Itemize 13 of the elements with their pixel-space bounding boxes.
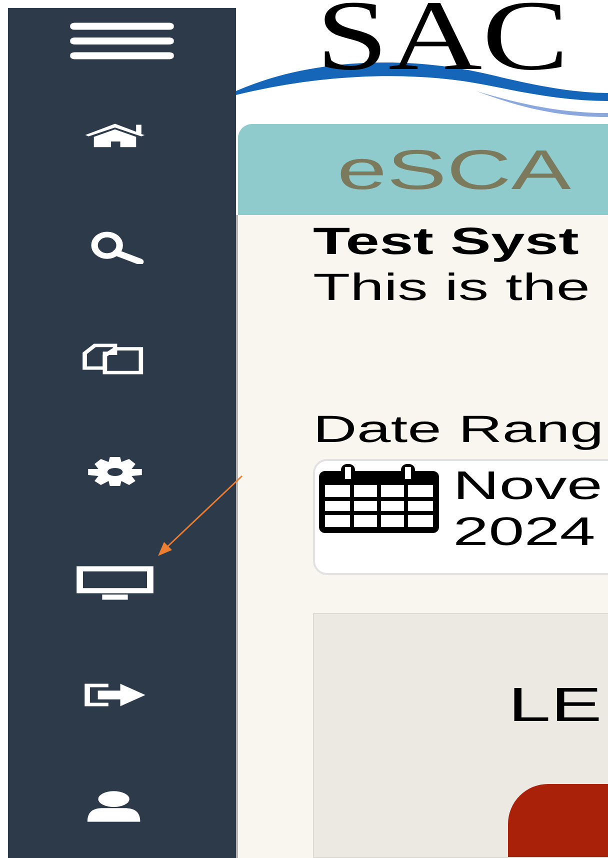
monitor-icon[interactable] xyxy=(75,565,155,601)
date-range-value: 2024 xyxy=(453,509,596,555)
panel-title: LE xyxy=(508,678,603,734)
date-range-label: Date Rang xyxy=(313,408,604,453)
calendar-icon xyxy=(317,463,441,535)
date-range-value: Nove xyxy=(453,463,602,509)
sign-out-icon[interactable] xyxy=(82,682,148,708)
logo-text: SAC xyxy=(316,0,569,86)
date-range-field[interactable]: Nove 2024 xyxy=(313,459,608,575)
menu-icon[interactable] xyxy=(68,20,176,62)
banner-title: eSCA xyxy=(337,140,572,200)
notice-heading: Test Syst xyxy=(313,220,579,265)
notice-text: This is the xyxy=(313,266,590,311)
